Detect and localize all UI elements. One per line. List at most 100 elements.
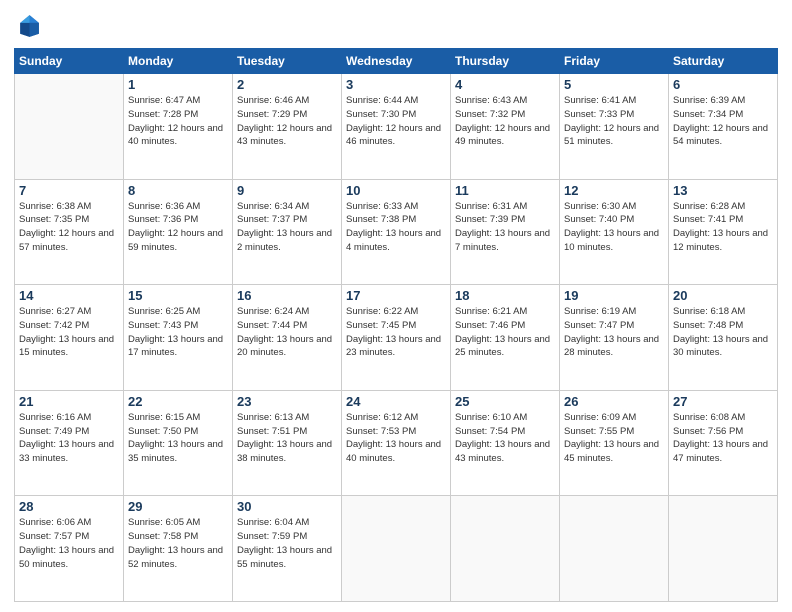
day-cell [560, 496, 669, 602]
day-number: 18 [455, 288, 555, 303]
day-cell: 21 Sunrise: 6:16 AMSunset: 7:49 PMDayligh… [15, 390, 124, 496]
day-cell: 12Sunrise: 6:30 AMSunset: 7:40 PMDayligh… [560, 179, 669, 285]
day-cell: 20Sunrise: 6:18 AMSunset: 7:48 PMDayligh… [669, 285, 778, 391]
weekday-thursday: Thursday [451, 49, 560, 74]
day-number: 14 [19, 288, 119, 303]
day-number: 22 [128, 394, 228, 409]
day-detail: Sunrise: 6:47 AMSunset: 7:28 PMDaylight:… [128, 94, 228, 149]
day-detail: Sunrise: 6:44 AMSunset: 7:30 PMDaylight:… [346, 94, 446, 149]
day-detail: Sunrise: 6:33 AMSunset: 7:38 PMDaylight:… [346, 200, 446, 255]
day-cell: 3 Sunrise: 6:44 AMSunset: 7:30 PMDaylight… [342, 74, 451, 180]
day-cell: 26 Sunrise: 6:09 AMSunset: 7:55 PMDayligh… [560, 390, 669, 496]
day-detail: Sunrise: 6:28 AMSunset: 7:41 PMDaylight:… [673, 200, 773, 255]
day-detail: Sunrise: 6:25 AMSunset: 7:43 PMDaylight:… [128, 305, 228, 360]
day-cell: 8 Sunrise: 6:36 AMSunset: 7:36 PMDaylight… [124, 179, 233, 285]
weekday-friday: Friday [560, 49, 669, 74]
day-cell: 18 Sunrise: 6:21 AMSunset: 7:46 PMDayligh… [451, 285, 560, 391]
day-detail: Sunrise: 6:05 AMSunset: 7:58 PMDaylight:… [128, 516, 228, 571]
day-detail: Sunrise: 6:38 AMSunset: 7:35 PMDaylight:… [19, 200, 119, 255]
day-detail: Sunrise: 6:34 AMSunset: 7:37 PMDaylight:… [237, 200, 337, 255]
day-number: 26 [564, 394, 664, 409]
day-cell: 10 Sunrise: 6:33 AMSunset: 7:38 PMDayligh… [342, 179, 451, 285]
day-cell: 29 Sunrise: 6:05 AMSunset: 7:58 PMDayligh… [124, 496, 233, 602]
day-cell: 5 Sunrise: 6:41 AMSunset: 7:33 PMDaylight… [560, 74, 669, 180]
day-detail: Sunrise: 6:41 AMSunset: 7:33 PMDaylight:… [564, 94, 664, 149]
weekday-saturday: Saturday [669, 49, 778, 74]
day-number: 27 [673, 394, 773, 409]
day-cell [342, 496, 451, 602]
day-number: 15 [128, 288, 228, 303]
day-detail: Sunrise: 6:31 AMSunset: 7:39 PMDaylight:… [455, 200, 555, 255]
day-cell: 16Sunrise: 6:24 AMSunset: 7:44 PMDayligh… [233, 285, 342, 391]
day-detail: Sunrise: 6:16 AMSunset: 7:49 PMDaylight:… [19, 411, 119, 466]
day-number: 23 [237, 394, 337, 409]
day-cell: 9 Sunrise: 6:34 AMSunset: 7:37 PMDaylight… [233, 179, 342, 285]
day-cell: 28 Sunrise: 6:06 AMSunset: 7:57 PMDayligh… [15, 496, 124, 602]
day-cell [451, 496, 560, 602]
day-detail: Sunrise: 6:22 AMSunset: 7:45 PMDaylight:… [346, 305, 446, 360]
day-number: 9 [237, 183, 337, 198]
day-number: 6 [673, 77, 773, 92]
day-number: 3 [346, 77, 446, 92]
week-row-3: 14 Sunrise: 6:27 AMSunset: 7:42 PMDayligh… [15, 285, 778, 391]
day-detail: Sunrise: 6:12 AMSunset: 7:53 PMDaylight:… [346, 411, 446, 466]
day-detail: Sunrise: 6:46 AMSunset: 7:29 PMDaylight:… [237, 94, 337, 149]
day-number: 11 [455, 183, 555, 198]
day-number: 10 [346, 183, 446, 198]
day-cell: 6 Sunrise: 6:39 AMSunset: 7:34 PMDaylight… [669, 74, 778, 180]
day-number: 17 [346, 288, 446, 303]
weekday-tuesday: Tuesday [233, 49, 342, 74]
day-detail: Sunrise: 6:36 AMSunset: 7:36 PMDaylight:… [128, 200, 228, 255]
day-detail: Sunrise: 6:15 AMSunset: 7:50 PMDaylight:… [128, 411, 228, 466]
day-number: 12 [564, 183, 664, 198]
day-detail: Sunrise: 6:08 AMSunset: 7:56 PMDaylight:… [673, 411, 773, 466]
day-detail: Sunrise: 6:19 AMSunset: 7:47 PMDaylight:… [564, 305, 664, 360]
day-number: 5 [564, 77, 664, 92]
logo-icon [14, 12, 42, 40]
day-number: 4 [455, 77, 555, 92]
header [14, 12, 778, 40]
weekday-monday: Monday [124, 49, 233, 74]
day-number: 21 [19, 394, 119, 409]
logo [14, 12, 46, 40]
week-row-4: 21 Sunrise: 6:16 AMSunset: 7:49 PMDayligh… [15, 390, 778, 496]
day-number: 25 [455, 394, 555, 409]
weekday-wednesday: Wednesday [342, 49, 451, 74]
day-cell [15, 74, 124, 180]
day-detail: Sunrise: 6:43 AMSunset: 7:32 PMDaylight:… [455, 94, 555, 149]
day-number: 8 [128, 183, 228, 198]
day-number: 16 [237, 288, 337, 303]
day-cell: 25 Sunrise: 6:10 AMSunset: 7:54 PMDayligh… [451, 390, 560, 496]
day-cell: 15 Sunrise: 6:25 AMSunset: 7:43 PMDayligh… [124, 285, 233, 391]
day-number: 2 [237, 77, 337, 92]
day-detail: Sunrise: 6:39 AMSunset: 7:34 PMDaylight:… [673, 94, 773, 149]
day-detail: Sunrise: 6:06 AMSunset: 7:57 PMDaylight:… [19, 516, 119, 571]
day-cell: 11 Sunrise: 6:31 AMSunset: 7:39 PMDayligh… [451, 179, 560, 285]
day-cell: 4 Sunrise: 6:43 AMSunset: 7:32 PMDaylight… [451, 74, 560, 180]
day-number: 28 [19, 499, 119, 514]
day-cell: 14 Sunrise: 6:27 AMSunset: 7:42 PMDayligh… [15, 285, 124, 391]
day-cell: 23 Sunrise: 6:13 AMSunset: 7:51 PMDayligh… [233, 390, 342, 496]
day-detail: Sunrise: 6:04 AMSunset: 7:59 PMDaylight:… [237, 516, 337, 571]
day-detail: Sunrise: 6:27 AMSunset: 7:42 PMDaylight:… [19, 305, 119, 360]
week-row-1: 1 Sunrise: 6:47 AMSunset: 7:28 PMDaylight… [15, 74, 778, 180]
day-detail: Sunrise: 6:18 AMSunset: 7:48 PMDaylight:… [673, 305, 773, 360]
day-detail: Sunrise: 6:10 AMSunset: 7:54 PMDaylight:… [455, 411, 555, 466]
day-cell: 13 Sunrise: 6:28 AMSunset: 7:41 PMDayligh… [669, 179, 778, 285]
calendar-table: SundayMondayTuesdayWednesdayThursdayFrid… [14, 48, 778, 602]
day-number: 24 [346, 394, 446, 409]
day-number: 29 [128, 499, 228, 514]
day-detail: Sunrise: 6:21 AMSunset: 7:46 PMDaylight:… [455, 305, 555, 360]
day-cell [669, 496, 778, 602]
day-number: 30 [237, 499, 337, 514]
day-cell: 27 Sunrise: 6:08 AMSunset: 7:56 PMDayligh… [669, 390, 778, 496]
day-cell: 2 Sunrise: 6:46 AMSunset: 7:29 PMDaylight… [233, 74, 342, 180]
day-cell: 24 Sunrise: 6:12 AMSunset: 7:53 PMDayligh… [342, 390, 451, 496]
day-detail: Sunrise: 6:09 AMSunset: 7:55 PMDaylight:… [564, 411, 664, 466]
day-number: 13 [673, 183, 773, 198]
day-number: 1 [128, 77, 228, 92]
day-detail: Sunrise: 6:13 AMSunset: 7:51 PMDaylight:… [237, 411, 337, 466]
day-cell: 1 Sunrise: 6:47 AMSunset: 7:28 PMDaylight… [124, 74, 233, 180]
day-cell: 22 Sunrise: 6:15 AMSunset: 7:50 PMDayligh… [124, 390, 233, 496]
day-cell: 19Sunrise: 6:19 AMSunset: 7:47 PMDayligh… [560, 285, 669, 391]
